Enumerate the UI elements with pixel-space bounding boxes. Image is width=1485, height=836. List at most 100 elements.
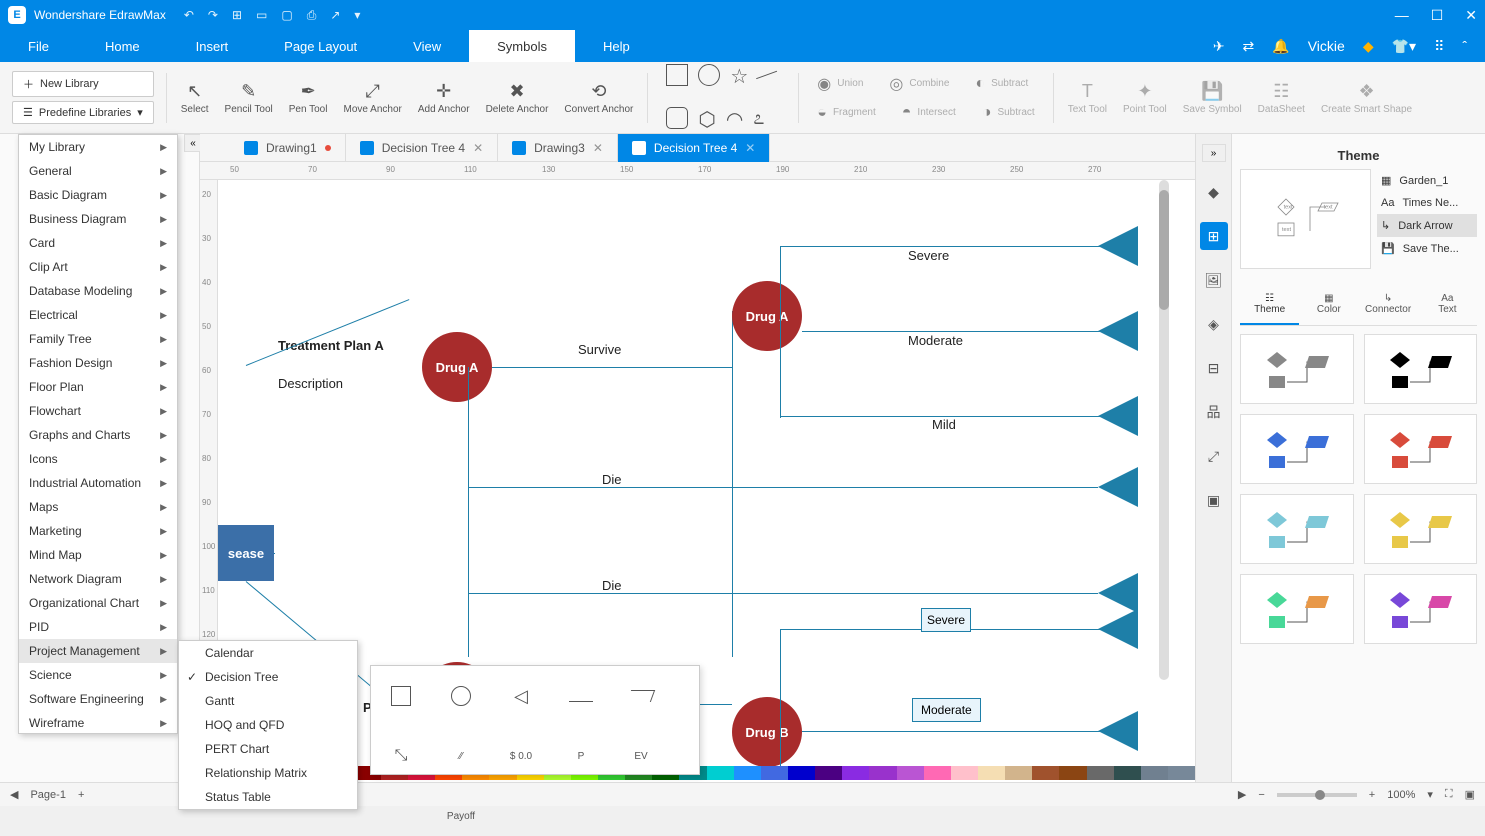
theme-card-7[interactable] bbox=[1364, 574, 1478, 644]
root-node[interactable]: sease bbox=[218, 525, 274, 581]
lib-fashion-design[interactable]: Fashion Design▶ bbox=[19, 351, 177, 375]
theme-card-2[interactable] bbox=[1240, 414, 1354, 484]
add-anchor-tool[interactable]: ✛Add Anchor bbox=[412, 68, 476, 128]
theme-tab-icon[interactable]: ⊞ bbox=[1200, 222, 1228, 250]
drug-a2-node[interactable]: Drug A bbox=[732, 281, 802, 351]
zoom-in-icon[interactable]: + bbox=[1369, 789, 1375, 801]
maximize-icon[interactable]: ☐ bbox=[1431, 7, 1444, 24]
convert-anchor-tool[interactable]: ⟲Convert Anchor bbox=[558, 68, 639, 128]
close-icon[interactable]: ✕ bbox=[1465, 7, 1477, 24]
theme-garden[interactable]: ▦Garden_1 bbox=[1377, 169, 1477, 192]
close-tab-icon[interactable]: ✕ bbox=[473, 141, 483, 155]
share-icon[interactable]: ⇄ bbox=[1243, 38, 1255, 55]
severe-b-box[interactable]: Severe bbox=[921, 608, 971, 632]
chevron-down-icon[interactable]: ▾ bbox=[1427, 788, 1433, 801]
lib-network-diagram[interactable]: Network Diagram▶ bbox=[19, 567, 177, 591]
close-tab-icon[interactable]: ✕ bbox=[593, 141, 603, 155]
fill-tab-icon[interactable]: ◆ bbox=[1200, 178, 1228, 206]
undo-icon[interactable]: ↶ bbox=[184, 8, 194, 23]
palette-shape-4[interactable] bbox=[621, 676, 661, 716]
lib-flowchart[interactable]: Flowchart▶ bbox=[19, 399, 177, 423]
lib-clip-art[interactable]: Clip Art▶ bbox=[19, 255, 177, 279]
lib-marketing[interactable]: Marketing▶ bbox=[19, 519, 177, 543]
color-swatch[interactable] bbox=[707, 766, 734, 780]
zoom-out-icon[interactable]: − bbox=[1258, 789, 1264, 801]
lib-graphs-and-charts[interactable]: Graphs and Charts▶ bbox=[19, 423, 177, 447]
move-anchor-tool[interactable]: ⤢Move Anchor bbox=[337, 68, 407, 128]
image-tab-icon[interactable]: 🖼 bbox=[1200, 266, 1228, 294]
palette-shape-11[interactable]: Payoff bbox=[441, 796, 481, 836]
print-icon[interactable]: ⎙ bbox=[307, 8, 317, 23]
color-swatch[interactable] bbox=[1059, 766, 1086, 780]
subtab-connector[interactable]: ↳Connector bbox=[1359, 285, 1418, 325]
lib-wireframe[interactable]: Wireframe▶ bbox=[19, 711, 177, 735]
select-tool[interactable]: ↖Select bbox=[175, 68, 215, 128]
tab-drawing1[interactable]: Drawing1 bbox=[230, 134, 346, 162]
theme-card-4[interactable] bbox=[1240, 494, 1354, 564]
page-label[interactable]: Page-1 bbox=[30, 789, 65, 801]
more-icon[interactable]: ▾ bbox=[354, 8, 360, 23]
color-swatch[interactable] bbox=[978, 766, 1005, 780]
color-swatch[interactable] bbox=[815, 766, 842, 780]
tri-die-b[interactable] bbox=[1098, 573, 1138, 613]
send-icon[interactable]: ✈ bbox=[1213, 38, 1225, 55]
open-icon[interactable]: ▭ bbox=[256, 8, 267, 23]
color-swatch[interactable] bbox=[788, 766, 815, 780]
tri-mild[interactable] bbox=[1098, 396, 1138, 436]
tri-moderate-b[interactable] bbox=[1098, 711, 1138, 751]
sub-status-table[interactable]: Status Table bbox=[179, 785, 357, 809]
lib-organizational-chart[interactable]: Organizational Chart▶ bbox=[19, 591, 177, 615]
lib-my-library[interactable]: My Library▶ bbox=[19, 135, 177, 159]
layers-tab-icon[interactable]: ◈ bbox=[1200, 310, 1228, 338]
polygon-shape[interactable]: ⬡ bbox=[698, 107, 715, 132]
add-page-button[interactable]: + bbox=[78, 789, 84, 801]
lib-industrial-automation[interactable]: Industrial Automation▶ bbox=[19, 471, 177, 495]
color-swatch[interactable] bbox=[1005, 766, 1032, 780]
fullscreen-icon[interactable]: ⛶ bbox=[1445, 788, 1453, 801]
color-swatch[interactable] bbox=[869, 766, 896, 780]
menu-insert[interactable]: Insert bbox=[168, 30, 257, 62]
menu-file[interactable]: File bbox=[0, 30, 77, 62]
tri-severe[interactable] bbox=[1098, 226, 1138, 266]
palette-shape-1[interactable] bbox=[441, 676, 481, 716]
star-shape[interactable]: ☆ bbox=[730, 64, 748, 89]
history-tab-icon[interactable]: 品 bbox=[1200, 398, 1228, 426]
moderate-b-box[interactable]: Moderate bbox=[912, 698, 981, 722]
menu-home[interactable]: Home bbox=[77, 30, 168, 62]
sub-hoq-and-qfd[interactable]: HOQ and QFD bbox=[179, 713, 357, 737]
minimize-icon[interactable]: — bbox=[1395, 7, 1409, 24]
color-swatch[interactable] bbox=[761, 766, 788, 780]
lib-business-diagram[interactable]: Business Diagram▶ bbox=[19, 207, 177, 231]
theme-save[interactable]: 💾Save The... bbox=[1377, 237, 1477, 260]
color-swatch[interactable] bbox=[734, 766, 761, 780]
theme-font[interactable]: AaTimes Ne... bbox=[1377, 192, 1477, 214]
sub-gantt[interactable]: Gantt bbox=[179, 689, 357, 713]
color-swatch[interactable] bbox=[1114, 766, 1141, 780]
spiral-shape[interactable]: ೭ bbox=[753, 107, 764, 132]
sub-calendar[interactable]: Calendar bbox=[179, 641, 357, 665]
lib-science[interactable]: Science▶ bbox=[19, 663, 177, 687]
tab-drawing3[interactable]: Drawing3✕ bbox=[498, 134, 618, 162]
lib-pid[interactable]: PID▶ bbox=[19, 615, 177, 639]
lib-card[interactable]: Card▶ bbox=[19, 231, 177, 255]
line-shape[interactable] bbox=[756, 70, 782, 92]
palette-shape-8[interactable]: P bbox=[561, 736, 601, 776]
menu-symbols[interactable]: Symbols bbox=[469, 30, 575, 62]
lib-project-management[interactable]: Project Management▶ bbox=[19, 639, 177, 663]
pencil-tool[interactable]: ✎Pencil Tool bbox=[219, 68, 279, 128]
lib-icons[interactable]: Icons▶ bbox=[19, 447, 177, 471]
collapse-ribbon-icon[interactable]: ˆ bbox=[1462, 38, 1467, 54]
tshirt-icon[interactable]: 👕▾ bbox=[1392, 38, 1416, 55]
play-icon[interactable]: ▶ bbox=[1238, 788, 1246, 801]
oval-shape[interactable] bbox=[698, 64, 720, 86]
palette-shape-5[interactable]: ⤡ bbox=[381, 736, 421, 776]
tri-die-a[interactable] bbox=[1098, 467, 1138, 507]
lib-database-modeling[interactable]: Database Modeling▶ bbox=[19, 279, 177, 303]
color-swatch[interactable] bbox=[1087, 766, 1114, 780]
roundrect-shape[interactable] bbox=[666, 107, 688, 129]
color-swatch[interactable] bbox=[1032, 766, 1059, 780]
expand-tab-icon[interactable]: ⤢ bbox=[1200, 442, 1228, 470]
menu-view[interactable]: View bbox=[385, 30, 469, 62]
subtab-text[interactable]: AaText bbox=[1418, 285, 1477, 325]
tab-decision-tree-4[interactable]: Decision Tree 4✕ bbox=[346, 134, 498, 162]
